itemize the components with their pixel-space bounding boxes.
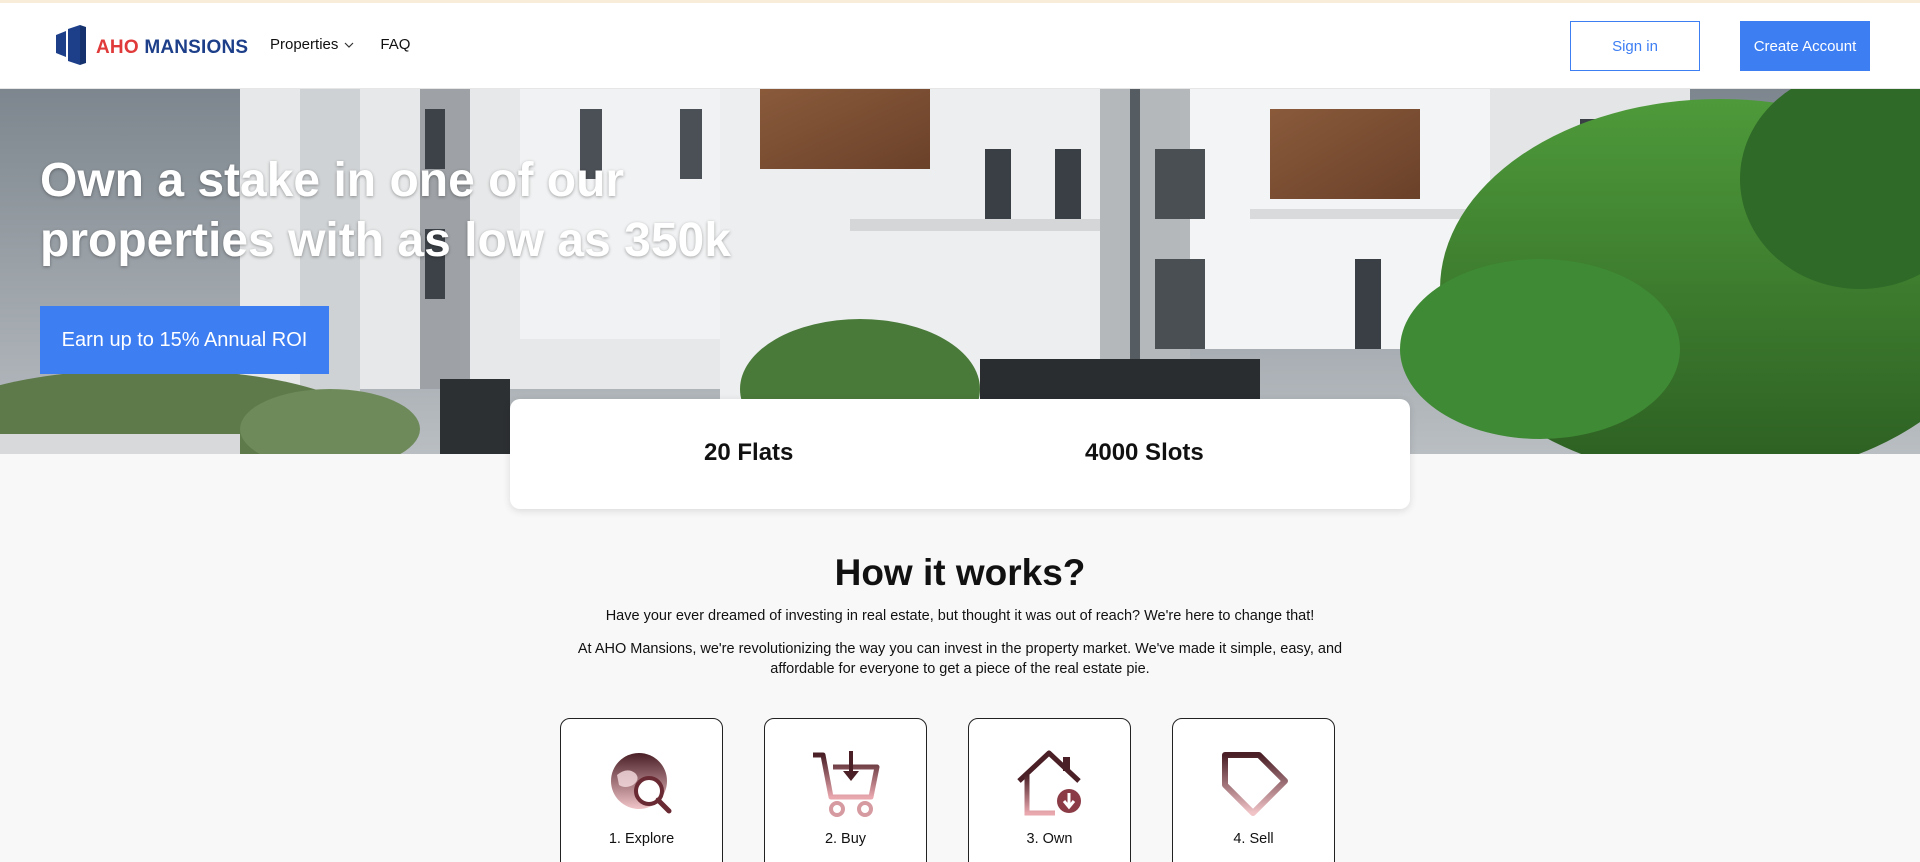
logo-text: AHO MANSIONS [96, 37, 248, 59]
house-icon [1017, 750, 1081, 816]
nav-properties[interactable]: Properties [270, 36, 354, 53]
how-it-works-title: How it works? [834, 552, 1086, 593]
stats-card: 20 Flats 4000 Slots [510, 399, 1410, 509]
logo-text-mansions: MANSIONS [144, 37, 249, 58]
step-card-explore[interactable]: 1. Explore [560, 718, 723, 862]
nav-properties-label: Properties [270, 36, 339, 53]
cart-icon [813, 751, 880, 817]
how-it-works-intro: Have your ever dreamed of investing in r… [605, 608, 1315, 624]
step-card-buy[interactable]: 2. Buy [764, 718, 927, 862]
how-it-works-description: At AHO Mansions, we're revolutionizing t… [577, 641, 1343, 677]
step-card-own[interactable]: 3. Own [968, 718, 1131, 862]
hero-title: Own a stake in one of our properties wit… [40, 154, 731, 267]
chevron-down-icon [344, 42, 354, 48]
nav-faq[interactable]: FAQ [380, 36, 410, 53]
step-card-sell[interactable]: 4. Sell [1172, 718, 1335, 862]
hero-roi-button[interactable]: Earn up to 15% Annual ROI [40, 306, 329, 374]
logo-icon [56, 25, 86, 65]
sign-in-button[interactable]: Sign in [1570, 21, 1700, 71]
step-label-own: 3. Own [1026, 831, 1073, 847]
main-nav: Properties FAQ [270, 36, 410, 53]
step-label-sell: 4. Sell [1233, 831, 1274, 847]
explore-icon [611, 753, 672, 814]
logo-text-aho: AHO [96, 37, 139, 58]
step-label-explore: 1. Explore [608, 831, 675, 847]
logo[interactable]: AHO MANSIONS [54, 25, 248, 65]
stat-flats: 20 Flats [704, 439, 794, 466]
site-header: AHO MANSIONS Properties FAQ Sign in Crea… [0, 3, 1920, 89]
step-label-buy: 2. Buy [824, 831, 867, 847]
create-account-button[interactable]: Create Account [1740, 21, 1870, 71]
nav-faq-label: FAQ [380, 36, 411, 53]
tag-icon [1222, 752, 1288, 816]
stat-slots: 4000 Slots [1085, 439, 1204, 466]
